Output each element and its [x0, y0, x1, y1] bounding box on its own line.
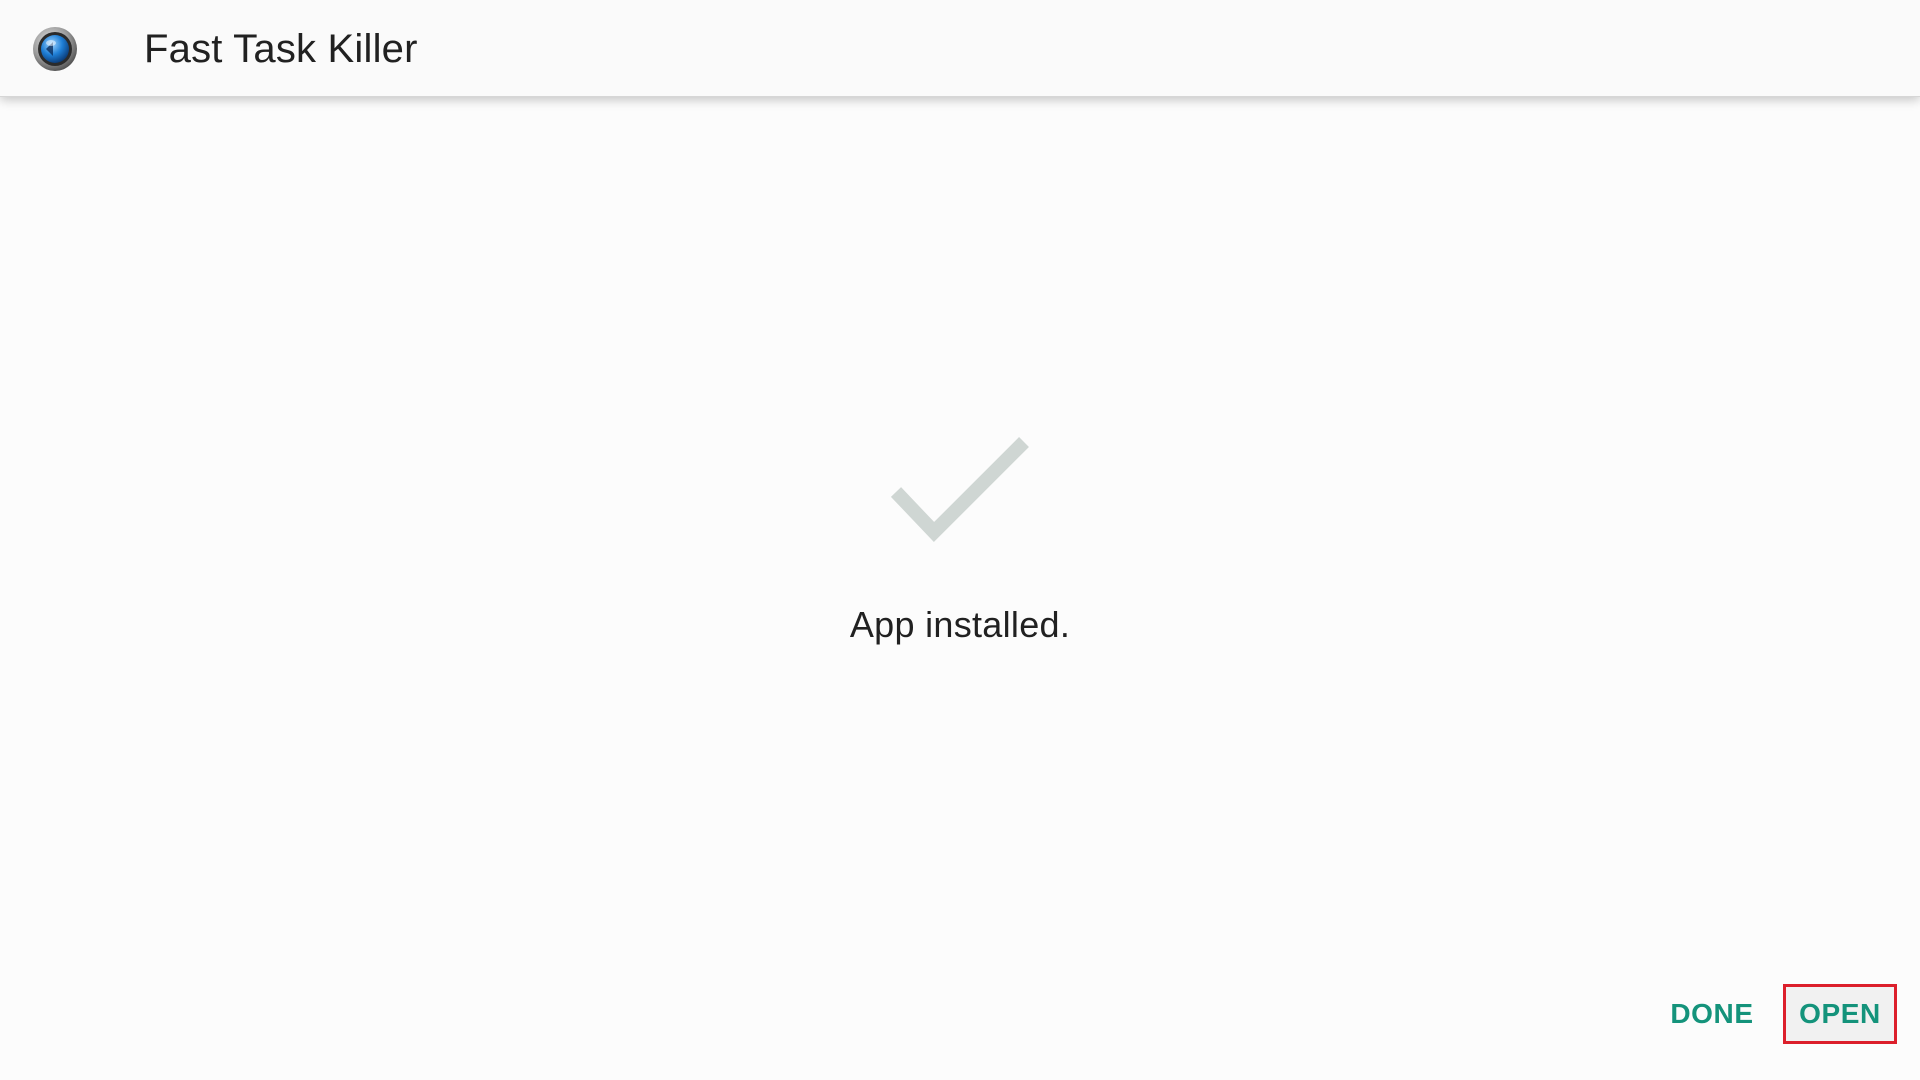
install-complete-screen: Fast Task Killer App installed. DONE OPE…: [0, 0, 1920, 1080]
done-button[interactable]: DONE: [1656, 984, 1768, 1044]
app-title: Fast Task Killer: [144, 27, 418, 71]
app-bar: Fast Task Killer: [0, 0, 1920, 97]
status-message: App installed.: [849, 604, 1071, 645]
checkmark-icon: [888, 434, 1034, 546]
app-launcher-icon: [32, 26, 78, 72]
open-button[interactable]: OPEN: [1783, 984, 1897, 1044]
